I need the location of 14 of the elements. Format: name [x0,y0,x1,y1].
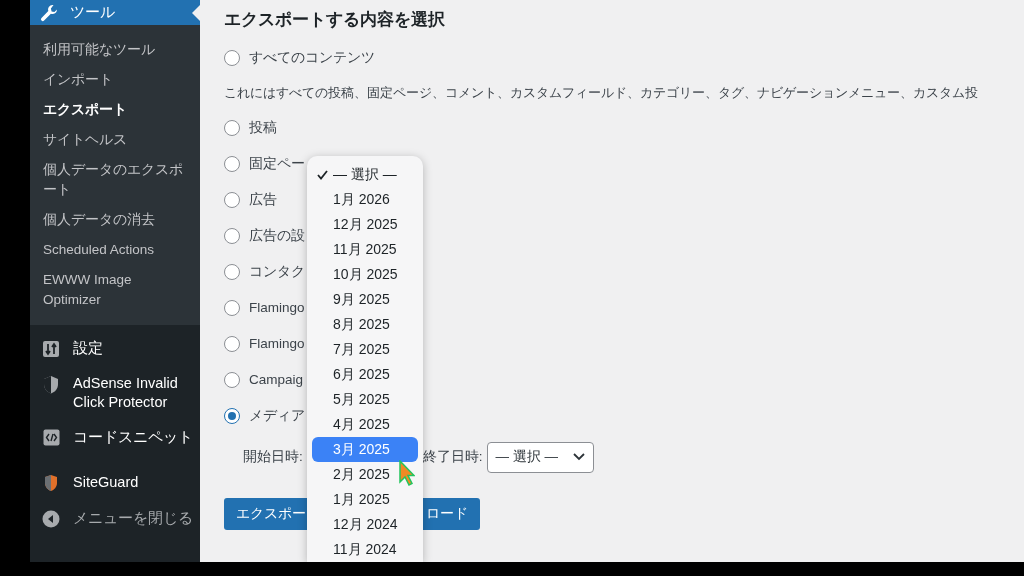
end-date-label: 終了日時: [422,447,483,466]
option-label: 広告 [249,190,277,209]
option-description: これにはすべての投稿、固定ページ、コメント、カスタムフィールド、カテゴリー、タグ、ナビゲーションメニュー、カスタム投 [224,84,979,103]
option-label: 広告の設 [249,226,305,245]
option-label: 固定ペー [249,154,305,173]
option-label: Campaig [249,370,304,389]
start-date-label: 開始日時: [243,447,303,466]
section-heading: エクスポートする内容を選択 [224,9,446,32]
option-label: すべてのコンテンツ [249,48,375,67]
option-label: 投稿 [249,118,277,137]
option-label: Flamingo [249,334,305,353]
option-label: コンタク [249,262,305,281]
option-label: メディア [249,406,305,425]
option-label: Flamingo [249,298,305,317]
